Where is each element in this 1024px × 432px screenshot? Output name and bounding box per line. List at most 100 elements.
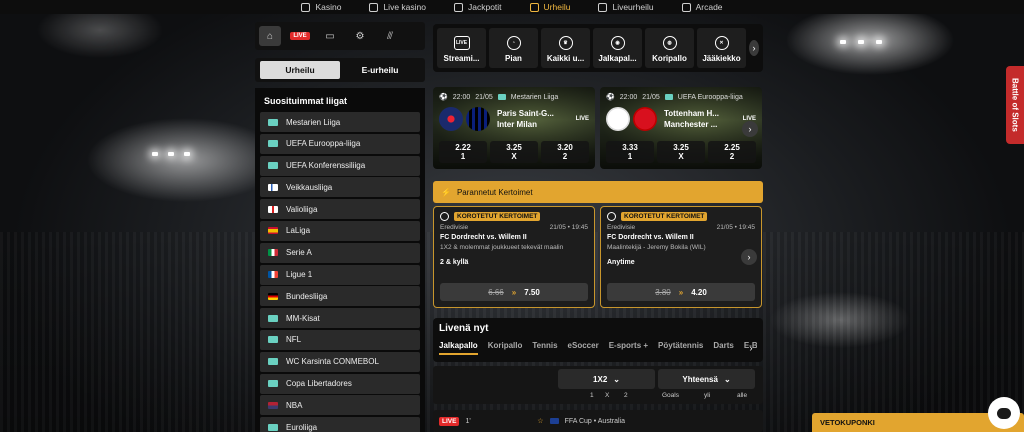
chevron-right-icon[interactable]: › <box>749 40 759 56</box>
nav-item-live-kasino[interactable]: Live kasino <box>355 0 440 14</box>
league-item[interactable]: MM-Kisat <box>260 308 420 329</box>
sport-label: Koripallo <box>652 54 687 63</box>
sport-label: Streami... <box>443 54 480 63</box>
league-flag-icon <box>268 249 278 257</box>
tab-koripallo[interactable]: Koripallo <box>488 341 523 355</box>
sport-label: Pian <box>505 54 522 63</box>
nav-item-label: Live kasino <box>383 2 426 12</box>
league-item[interactable]: Mestarien Liiga <box>260 112 420 132</box>
league-item[interactable]: Bundesliiga <box>260 286 420 307</box>
league-item[interactable]: NFL <box>260 329 420 350</box>
odds-value: 2.22 <box>455 143 471 152</box>
boosted-odds-button[interactable]: 3.80 » 4.20 <box>607 283 755 301</box>
battle-of-slots-tab[interactable]: Battle of Slots <box>1006 66 1024 144</box>
odds-button[interactable]: 2.25 2 <box>708 141 756 163</box>
league-label: NBA <box>286 400 303 410</box>
league-flag-icon <box>268 118 278 126</box>
league-label: Serie A <box>286 248 312 258</box>
home-icon[interactable]: ⌂ <box>259 26 281 46</box>
tab-pöytätennis[interactable]: Pöytätennis <box>658 341 703 355</box>
settings-icon[interactable]: ⚙ <box>349 26 371 46</box>
old-odds: 3.80 <box>655 287 671 297</box>
sport-tile[interactable]: ◍ Koripallo <box>645 28 694 68</box>
nav-item-jackpotit[interactable]: Jackpotit <box>440 0 516 14</box>
boosted-selection: Anytime <box>607 259 635 266</box>
league-item[interactable]: Copa Libertadores <box>260 373 420 394</box>
league-item[interactable]: Veikkausliiga <box>260 177 420 198</box>
live-badge: LIVE <box>290 32 310 40</box>
league-label: LaLiga <box>286 226 311 236</box>
league-label: UEFA Konferenssiliiga <box>286 161 366 171</box>
sport-tile[interactable]: ✕ Jääkiekko <box>697 28 746 68</box>
tab-esoccer[interactable]: eSoccer <box>568 341 599 355</box>
match-header: ⚽ 22:00 21/05 Mestarien Liiga <box>433 87 595 102</box>
tab-sports[interactable]: Urheilu <box>260 61 340 79</box>
odds-button[interactable]: 3.25 X <box>490 141 538 163</box>
tab-jalkapallo[interactable]: Jalkapallo <box>439 341 478 355</box>
league-label: Bundesliiga <box>286 291 328 301</box>
tab-e-sports-[interactable]: E-sports + <box>609 341 648 355</box>
nav-item-arcade[interactable]: Arcade <box>668 0 737 14</box>
tab-tennis[interactable]: Tennis <box>532 341 557 355</box>
league-item[interactable]: Serie A <box>260 242 420 263</box>
column-label: Goals <box>662 392 679 399</box>
nav-item-liveurheilu[interactable]: Liveurheilu <box>584 0 667 14</box>
featured-match-card[interactable]: ⚽ 22:00 21/05 UEFA Eurooppa-liiga Tottenham … <box>600 87 762 169</box>
odds-value: 3.25 <box>673 143 689 152</box>
market-select-1x2[interactable]: 1X2 ⌄ <box>558 369 655 389</box>
tab-darts[interactable]: Darts <box>713 341 733 355</box>
boosted-odds-card[interactable]: KOROTETUT KERTOIMET Eredivisie 21/05 • 19:… <box>600 206 762 308</box>
boosted-league: Eredivisie <box>440 224 469 231</box>
boosted-odds-button[interactable]: 6.66 » 7.50 <box>440 283 588 301</box>
chevron-right-icon[interactable]: › <box>743 340 759 356</box>
league-flag-icon <box>268 401 278 409</box>
star-icon[interactable]: ☆ <box>537 417 543 425</box>
column-label: 1 <box>590 392 594 399</box>
featured-match-card[interactable]: ⚽ 22:00 21/05 Mestarien Liiga Paris Saint-G.… <box>433 87 595 169</box>
sport-tile[interactable]: ♛ Kaikki u... <box>541 28 590 68</box>
live-button[interactable]: LIVE <box>289 26 311 46</box>
live-now-section: Livenä nyt Jalkapallo Koripallo Tennis eSoc… <box>433 318 763 362</box>
league-item[interactable]: WC Karsinta CONMEBOL <box>260 351 420 372</box>
match-minute: 1' <box>465 417 471 425</box>
boosted-odds-card[interactable]: KOROTETUT KERTOIMET Eredivisie 21/05 • 19:… <box>433 206 595 308</box>
nav-item-label: Liveurheilu <box>612 2 654 12</box>
league-item[interactable]: NBA <box>260 395 420 416</box>
odds-key: 1 <box>627 152 633 161</box>
chevron-right-icon[interactable]: › <box>742 121 758 137</box>
sport-tile[interactable]: ◔ Pian <box>489 28 538 68</box>
team-crest-icon <box>633 107 657 131</box>
odds-key: 2 <box>562 152 568 161</box>
sports-bar: LIVE Streami... ◔ Pian ♛ Kaikki u... ◉ Jalkapal… <box>433 24 763 72</box>
live-event-row[interactable]: LIVE 1' ☆ FFA Cup • Australia <box>433 410 763 432</box>
podium-icon[interactable]: ⫻ <box>379 26 401 46</box>
nav-item-kasino[interactable]: Kasino <box>287 0 355 14</box>
odds-value: 3.20 <box>557 143 573 152</box>
league-item[interactable]: Ligue 1 <box>260 264 420 285</box>
league-item[interactable]: UEFA Konferenssiliiga <box>260 155 420 176</box>
team-names: Tottenham H... Manchester ... <box>664 108 719 130</box>
league-item[interactable]: LaLiga <box>260 220 420 241</box>
chevron-right-icon[interactable]: › <box>741 249 757 265</box>
league-item[interactable]: Euroliiga <box>260 417 420 432</box>
odds-button[interactable]: 3.25 X <box>657 141 705 163</box>
league-item[interactable]: Valioliiga <box>260 199 420 220</box>
boosted-card-top: KOROTETUT KERTOIMET <box>440 212 588 221</box>
nav-item-urheilu[interactable]: Urheilu <box>516 0 585 14</box>
match-league: UEFA Eurooppa-liiga <box>677 93 743 101</box>
tab-esports[interactable]: E-urheilu <box>340 61 420 79</box>
boosted-market: Maalintekijä - Jeremy Bokila (WIL) <box>607 244 706 251</box>
boosted-odds-header[interactable]: ⚡ Parannetut Kertoimet <box>433 181 763 203</box>
sport-tile[interactable]: LIVE Streami... <box>437 28 486 68</box>
odds-button[interactable]: 3.20 2 <box>541 141 589 163</box>
odds-button[interactable]: 2.22 1 <box>439 141 487 163</box>
market-select-totals[interactable]: Yhteensä ⌄ <box>658 369 755 389</box>
calendar-icon[interactable]: ▭ <box>319 26 341 46</box>
sport-tile[interactable]: ◉ Jalkapal... <box>593 28 642 68</box>
double-chevron-right-icon: » <box>511 287 517 297</box>
clock-icon: ◔ <box>506 36 521 50</box>
league-label: Veikkausliiga <box>286 182 333 192</box>
chat-button[interactable] <box>988 397 1020 429</box>
league-item[interactable]: UEFA Eurooppa-liiga <box>260 133 420 154</box>
odds-button[interactable]: 3.33 1 <box>606 141 654 163</box>
